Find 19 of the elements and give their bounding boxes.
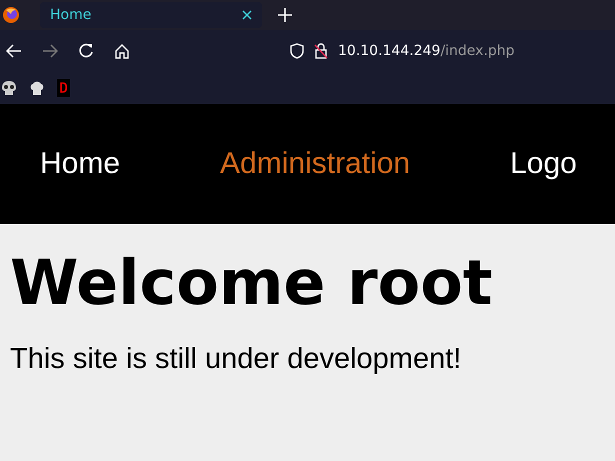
nav-link[interactable]: Logo [510,147,577,181]
forward-icon[interactable] [42,44,58,58]
insecure-lock-icon[interactable] [314,43,328,59]
reload-icon[interactable] [78,43,94,59]
nav-link[interactable]: Administration [220,147,410,181]
shield-icon[interactable] [290,43,304,59]
new-tab-icon[interactable] [278,8,292,22]
url-field[interactable]: 10.10.144.249/index.php [338,43,515,59]
browser-logo-icon [2,6,20,24]
browser-tab[interactable]: Home [40,2,262,28]
bookmark-logo[interactable]: D [57,79,70,97]
nav-link[interactable]: Home [40,147,120,181]
skull-icon[interactable] [1,80,17,96]
home-icon[interactable] [114,43,130,59]
welcome-heading: Welcome root [10,246,494,319]
close-icon[interactable] [242,10,252,20]
status-message: This site is still under development! [10,343,462,376]
chef-hat-icon[interactable] [29,80,45,96]
back-icon[interactable] [6,44,22,58]
